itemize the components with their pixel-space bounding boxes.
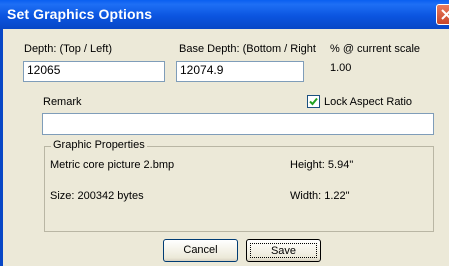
checkmark-icon	[309, 97, 318, 106]
lock-aspect-label[interactable]: Lock Aspect Ratio	[324, 96, 412, 108]
remark-label: Remark	[43, 96, 82, 108]
base-depth-label: Base Depth: (Bottom / Right	[179, 43, 316, 55]
depth-top-label: Depth: (Top / Left)	[24, 43, 113, 55]
save-button[interactable]: Save	[246, 239, 321, 262]
save-button-label: Save	[250, 243, 317, 258]
graphic-height: Height: 5.94"	[290, 159, 354, 171]
scale-value: 1.00	[330, 62, 352, 74]
graphic-filename: Metric core picture 2.bmp	[50, 159, 175, 171]
close-button[interactable]	[436, 4, 449, 25]
base-depth-input[interactable]: 12074.9	[176, 61, 304, 82]
lock-aspect-checkbox[interactable]	[307, 95, 320, 108]
scale-label: % @ current scale	[330, 43, 421, 55]
title-bar: Set Graphics Options	[0, 0, 449, 29]
graphic-width: Width: 1.22"	[290, 190, 350, 202]
cancel-button[interactable]: Cancel	[163, 239, 238, 262]
graphic-size: Size: 200342 bytes	[50, 190, 144, 202]
depth-top-input[interactable]: 12065	[23, 61, 165, 82]
graphic-properties-title: Graphic Properties	[51, 139, 147, 151]
window-title: Set Graphics Options	[7, 6, 153, 22]
close-icon	[441, 9, 449, 20]
remark-input[interactable]	[42, 113, 434, 135]
